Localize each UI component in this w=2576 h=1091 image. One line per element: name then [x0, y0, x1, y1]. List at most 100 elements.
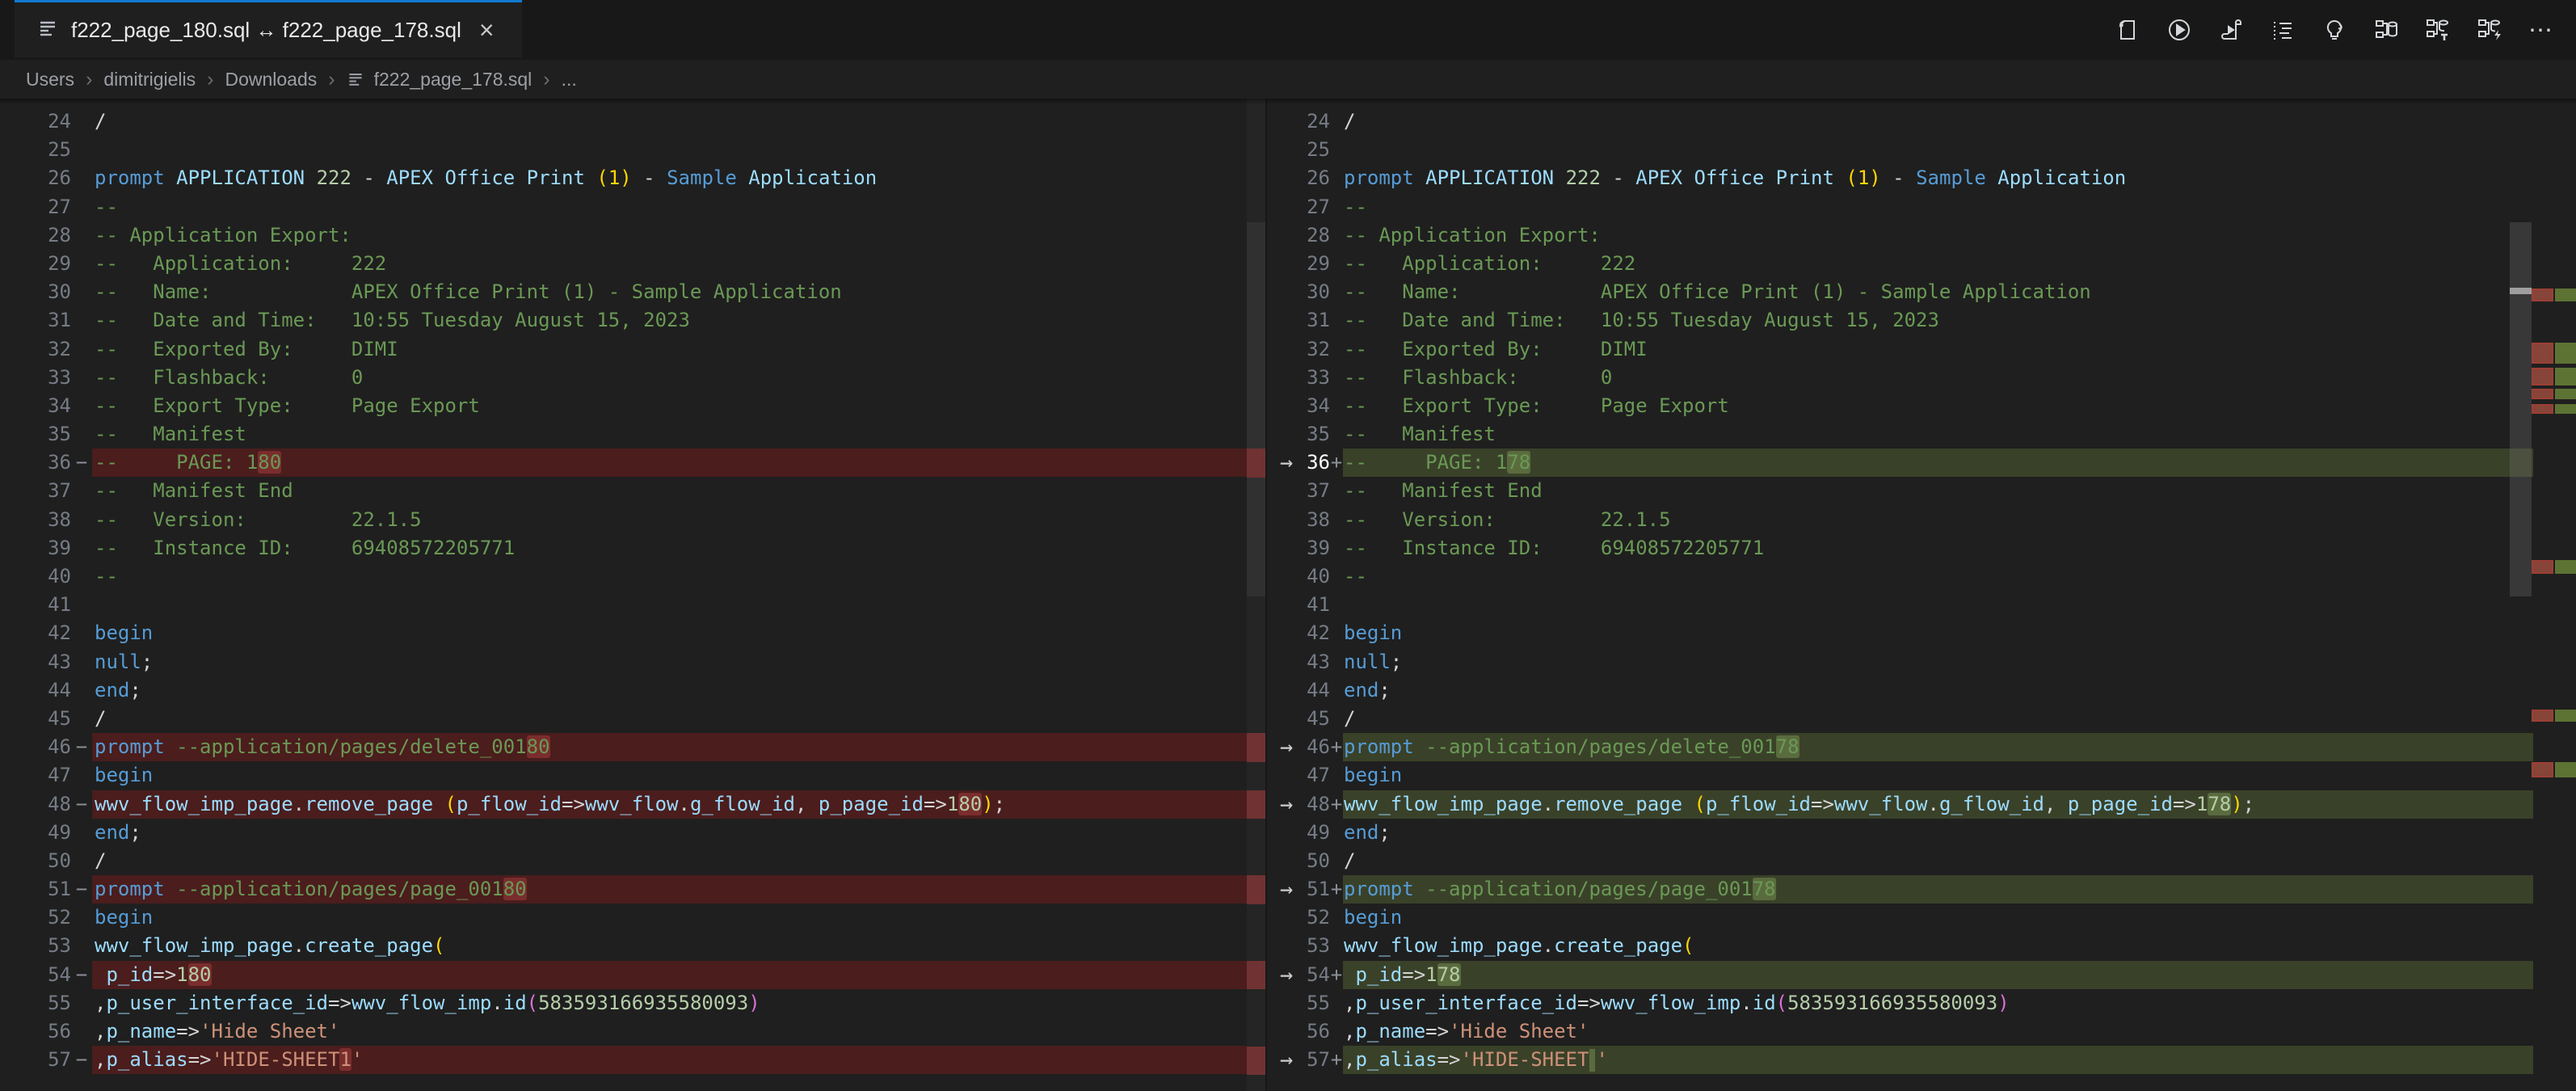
code-line[interactable]: →51+prompt --application/pages/page_0017…: [1267, 875, 2576, 904]
code-line[interactable]: 27--: [0, 193, 1265, 221]
code-line[interactable]: 51−prompt --application/pages/page_00180: [0, 875, 1265, 904]
open-changes-icon[interactable]: [2114, 16, 2141, 44]
code-line[interactable]: 26prompt APPLICATION 222 - APEX Office P…: [1267, 164, 2576, 192]
code-line[interactable]: 38-- Version: 22.1.5: [0, 506, 1265, 534]
diff-change-arrow-icon: [1267, 534, 1306, 562]
code-line[interactable]: 34-- Export Type: Page Export: [0, 392, 1265, 420]
line-number: 24: [1306, 107, 1330, 136]
code-line[interactable]: →48+wwv_flow_imp_page.remove_page (p_flo…: [1267, 790, 2576, 819]
code-line[interactable]: 50/: [0, 847, 1265, 875]
code-line[interactable]: 52begin: [1267, 904, 2576, 932]
code-line[interactable]: 47begin: [0, 761, 1265, 790]
code-line[interactable]: 53wwv_flow_imp_page.create_page(: [1267, 932, 2576, 960]
code-line[interactable]: 56,p_name=>'Hide Sheet': [0, 1017, 1265, 1046]
code-line[interactable]: 29-- Application: 222: [1267, 250, 2576, 278]
breadcrumb-symbol-ellipsis[interactable]: ...: [562, 69, 577, 91]
code-line[interactable]: 27--: [1267, 193, 2576, 221]
code-line[interactable]: 24/: [1267, 107, 2576, 136]
code-line[interactable]: 32-- Exported By: DIMI: [1267, 335, 2576, 364]
breadcrumb-file[interactable]: f222_page_178.sql: [374, 69, 532, 91]
outline-icon[interactable]: [2269, 16, 2296, 44]
code-line[interactable]: 57−,p_alias=>'HIDE-SHEET1': [0, 1046, 1265, 1074]
code-line[interactable]: 41: [0, 591, 1265, 619]
db-run-icon[interactable]: [2476, 16, 2503, 44]
code-line[interactable]: 30-- Name: APEX Office Print (1) - Sampl…: [1267, 278, 2576, 306]
code-line[interactable]: 47begin: [1267, 761, 2576, 790]
more-actions-icon[interactable]: ⋯: [2528, 16, 2555, 44]
tab-diff-editor[interactable]: f222_page_180.sql ↔ f222_page_178.sql ×: [15, 0, 522, 57]
code-line[interactable]: 44end;: [1267, 676, 2576, 705]
code-line[interactable]: 31-- Date and Time: 10:55 Tuesday August…: [1267, 306, 2576, 335]
code-line[interactable]: 30-- Name: APEX Office Print (1) - Sampl…: [0, 278, 1265, 306]
breadcrumb-downloads[interactable]: Downloads: [225, 69, 317, 91]
code-line[interactable]: 43null;: [1267, 648, 2576, 676]
code-line[interactable]: 24/: [0, 107, 1265, 136]
diff-sign: [1330, 335, 1343, 364]
code-line[interactable]: 35-- Manifest: [1267, 420, 2576, 449]
code-line[interactable]: →57+,p_alias=>'HIDE-SHEET': [1267, 1046, 2576, 1074]
code-line[interactable]: →36+-- PAGE: 178: [1267, 449, 2576, 477]
code-line[interactable]: 40--: [0, 562, 1265, 591]
run-script-icon[interactable]: [2217, 16, 2245, 44]
db-table-icon[interactable]: [2424, 16, 2452, 44]
code-line[interactable]: 48−wwv_flow_imp_page.remove_page (p_flow…: [0, 790, 1265, 819]
modified-scrollbar[interactable]: [2510, 99, 2532, 1091]
code-line[interactable]: 49end;: [1267, 819, 2576, 847]
run-file-icon[interactable]: [2166, 16, 2193, 44]
code-line[interactable]: 28-- Application Export:: [0, 221, 1265, 250]
code-line[interactable]: 39-- Instance ID: 69408572205771: [1267, 534, 2576, 562]
code-line[interactable]: 44end;: [0, 676, 1265, 705]
code-line[interactable]: 55,p_user_interface_id=>wwv_flow_imp.id(…: [0, 989, 1265, 1017]
code-line[interactable]: 26prompt APPLICATION 222 - APEX Office P…: [0, 164, 1265, 192]
close-icon[interactable]: ×: [474, 15, 499, 44]
code-line[interactable]: 46−prompt --application/pages/delete_001…: [0, 733, 1265, 761]
code-line[interactable]: 37-- Manifest End: [0, 477, 1265, 505]
code-line[interactable]: 29-- Application: 222: [0, 250, 1265, 278]
code-line[interactable]: 39-- Instance ID: 69408572205771: [0, 534, 1265, 562]
code-line[interactable]: 42begin: [1267, 619, 2576, 647]
line-number: 39: [1306, 534, 1330, 562]
code-line[interactable]: 55,p_user_interface_id=>wwv_flow_imp.id(…: [1267, 989, 2576, 1017]
code-line[interactable]: 33-- Flashback: 0: [1267, 364, 2576, 392]
code-line[interactable]: →46+prompt --application/pages/delete_00…: [1267, 733, 2576, 761]
code-line[interactable]: 36−-- PAGE: 180: [0, 449, 1265, 477]
breadcrumb-user-folder[interactable]: dimitrigielis: [103, 69, 196, 91]
diff-pane-original[interactable]: 24/2526prompt APPLICATION 222 - APEX Off…: [0, 99, 1265, 1091]
scrollbar-slider[interactable]: [1247, 222, 1265, 596]
code-line[interactable]: →54+ p_id=>178: [1267, 961, 2576, 989]
code-line[interactable]: 38-- Version: 22.1.5: [1267, 506, 2576, 534]
code-line[interactable]: 25: [0, 136, 1265, 164]
code-line[interactable]: 45/: [0, 705, 1265, 733]
code-line[interactable]: 50/: [1267, 847, 2576, 875]
code-line[interactable]: 54− p_id=>180: [0, 961, 1265, 989]
code-line[interactable]: 52begin: [0, 904, 1265, 932]
line-number: 51: [0, 875, 71, 904]
code-line[interactable]: 40--: [1267, 562, 2576, 591]
scrollbar-slider[interactable]: [2510, 222, 2532, 596]
code-line[interactable]: 34-- Export Type: Page Export: [1267, 392, 2576, 420]
diff-change-arrow-icon: [1267, 392, 1306, 420]
breadcrumb-users[interactable]: Users: [26, 69, 74, 91]
code-line[interactable]: 45/: [1267, 705, 2576, 733]
code-line[interactable]: 32-- Exported By: DIMI: [0, 335, 1265, 364]
lightbulb-icon[interactable]: [2321, 16, 2348, 44]
diff-pane-modified[interactable]: 24/2526prompt APPLICATION 222 - APEX Off…: [1267, 99, 2576, 1091]
code-line[interactable]: 56,p_name=>'Hide Sheet': [1267, 1017, 2576, 1046]
code-line[interactable]: 42begin: [0, 619, 1265, 647]
original-overview-scrollbar[interactable]: [1247, 99, 1265, 1091]
code-line[interactable]: 31-- Date and Time: 10:55 Tuesday August…: [0, 306, 1265, 335]
diff-sign: [1330, 392, 1343, 420]
db-connections-icon[interactable]: [2372, 16, 2400, 44]
code-line[interactable]: 37-- Manifest End: [1267, 477, 2576, 505]
code-line[interactable]: 53wwv_flow_imp_page.create_page(: [0, 932, 1265, 960]
code-line[interactable]: 41: [1267, 591, 2576, 619]
code-line[interactable]: 25: [1267, 136, 2576, 164]
code-text: -- Name: APEX Office Print (1) - Sample …: [92, 278, 1247, 306]
code-text: -- Export Type: Page Export: [1343, 392, 2533, 420]
code-line[interactable]: 33-- Flashback: 0: [0, 364, 1265, 392]
code-line[interactable]: 28-- Application Export:: [1267, 221, 2576, 250]
code-line[interactable]: 43null;: [0, 648, 1265, 676]
code-line[interactable]: 49end;: [0, 819, 1265, 847]
code-line[interactable]: 35-- Manifest: [0, 420, 1265, 449]
line-number: 30: [1306, 278, 1330, 306]
